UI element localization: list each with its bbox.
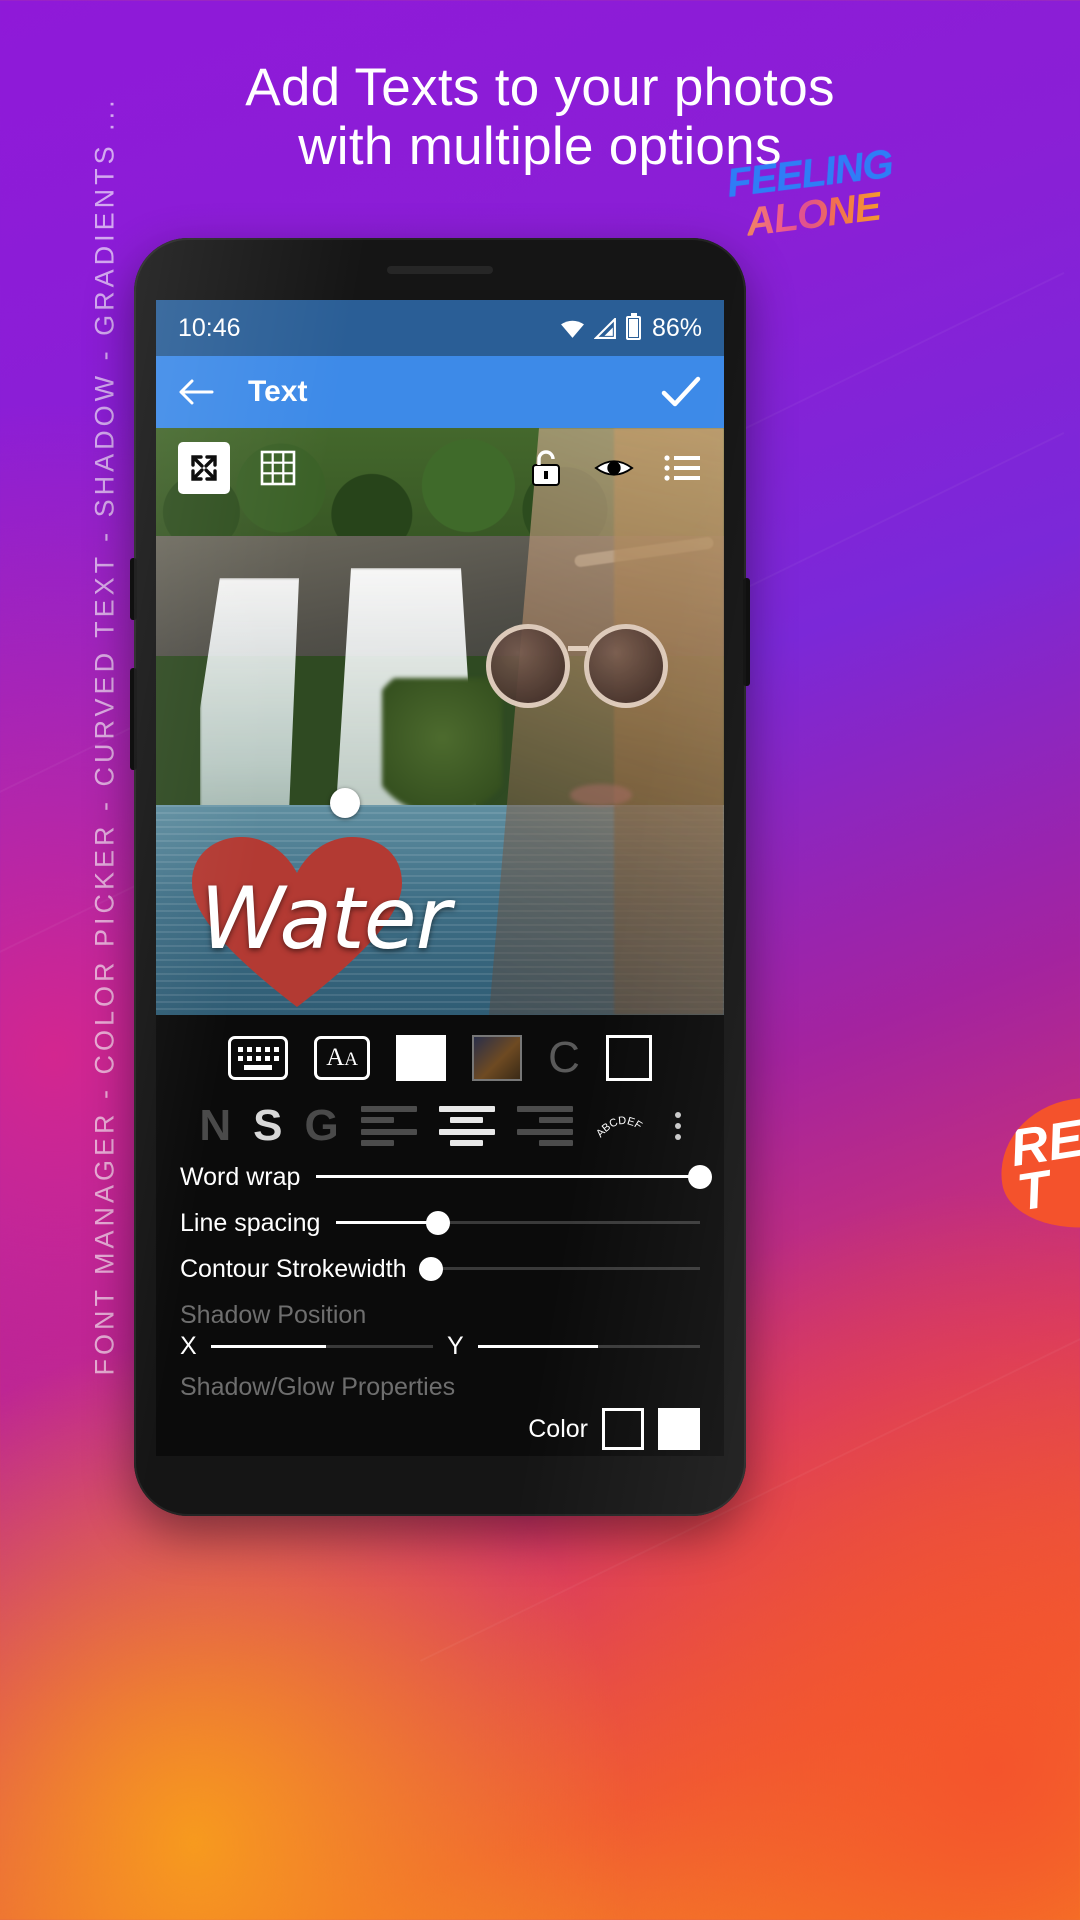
shadow-color-row: Color xyxy=(180,1408,700,1450)
sunglasses-lens-left xyxy=(486,624,570,708)
text-overlay-group[interactable]: Water xyxy=(192,823,451,1013)
color-label: Color xyxy=(528,1414,588,1443)
align-center-icon[interactable] xyxy=(438,1106,495,1146)
lock-icon[interactable] xyxy=(526,448,566,488)
editor-panel: AA C N S G ABCDEF Word wrap Line spacing… xyxy=(156,1015,724,1456)
sunglasses-bridge xyxy=(568,646,588,651)
keyboard-icon[interactable] xyxy=(228,1036,289,1080)
list-icon[interactable] xyxy=(662,448,702,488)
image-canvas[interactable]: Water xyxy=(156,428,724,1015)
sticker-feeling-alone: FEELING ALONE xyxy=(725,142,896,262)
phone-button-volume-up xyxy=(130,558,137,620)
feature-list-vertical: FONT MANAGER - COLOR PICKER - CURVED TEX… xyxy=(89,96,120,1376)
slider-track[interactable] xyxy=(418,1255,700,1283)
style-glow-button[interactable]: G xyxy=(304,1101,338,1151)
font-icon[interactable]: AA xyxy=(314,1036,371,1080)
canvas-sunglasses xyxy=(486,624,668,716)
signal-icon xyxy=(593,317,616,339)
drag-handle[interactable] xyxy=(330,788,360,818)
back-arrow-icon[interactable] xyxy=(178,377,214,407)
shadow-x-label: X xyxy=(180,1332,197,1360)
slider-track[interactable] xyxy=(316,1163,712,1191)
sticker-blob-text: RE T xyxy=(1006,1109,1080,1222)
phone-button-power xyxy=(743,578,750,686)
sunglasses-lens-right xyxy=(584,624,668,708)
shadow-y-label: Y xyxy=(447,1332,464,1360)
align-left-icon[interactable] xyxy=(360,1106,417,1146)
battery-icon xyxy=(625,313,641,340)
phone-button-volume-down xyxy=(130,668,137,770)
svg-text:ABCDEF: ABCDEF xyxy=(595,1115,644,1140)
expand-icon[interactable] xyxy=(178,442,230,494)
headline-line-1: Add Texts to your photos xyxy=(245,58,835,117)
style-shadow-button[interactable]: S xyxy=(253,1101,282,1151)
slider-label: Line spacing xyxy=(180,1208,321,1237)
headline-line-2: with multiple options xyxy=(298,117,782,177)
square-icon[interactable] xyxy=(605,1035,652,1081)
shadow-x-slider[interactable] xyxy=(210,1333,433,1361)
wifi-icon xyxy=(560,320,584,338)
font-icon-label: AA xyxy=(326,1044,358,1071)
shadow-position-row: X Y xyxy=(180,1332,700,1361)
status-time: 10:46 xyxy=(178,313,241,342)
canvas-hair xyxy=(614,428,724,1015)
phone-mockup: 10:46 86% Text Water AA C N S G ABCDEF W… xyxy=(130,238,750,1516)
phone-screen: 10:46 86% Text Water AA C N S G ABCDEF W… xyxy=(156,300,724,1456)
status-bar: 10:46 86% xyxy=(156,300,724,356)
curved-text-icon[interactable]: ABCDEF xyxy=(594,1106,653,1146)
canvas-toolbar xyxy=(156,440,724,496)
check-icon[interactable] xyxy=(660,375,702,409)
slider-word-wrap[interactable]: Word wrap xyxy=(180,1157,712,1197)
style-row: N S G ABCDEF xyxy=(180,1081,700,1151)
slider-line-spacing[interactable]: Line spacing xyxy=(180,1203,700,1243)
grid-icon[interactable] xyxy=(258,448,298,488)
phone-speaker xyxy=(387,266,493,274)
style-normal-button[interactable]: N xyxy=(199,1101,231,1151)
app-bar: Text xyxy=(156,356,724,428)
canvas-text[interactable]: Water xyxy=(200,869,451,969)
color-swatch-white[interactable] xyxy=(396,1035,447,1081)
slider-label: Word wrap xyxy=(180,1162,301,1191)
shadow-color-picker[interactable] xyxy=(602,1408,644,1450)
align-right-icon[interactable] xyxy=(516,1106,573,1146)
eye-icon[interactable] xyxy=(594,448,634,488)
page-headline: Add Texts to your photos with multiple o… xyxy=(0,58,1080,177)
shadow-color-current[interactable] xyxy=(658,1408,700,1450)
curve-icon[interactable]: C xyxy=(548,1036,580,1080)
more-options-icon[interactable] xyxy=(674,1112,681,1140)
slider-label: Contour Strokewidth xyxy=(180,1254,407,1283)
shadow-glow-title: Shadow/Glow Properties xyxy=(180,1373,456,1401)
slider-track[interactable] xyxy=(336,1209,700,1237)
sticker-blob: RE T xyxy=(990,1085,1080,1241)
shadow-y-slider[interactable] xyxy=(477,1333,700,1361)
canvas-lips xyxy=(570,784,632,806)
slider-contour-strokewidth[interactable]: Contour Strokewidth xyxy=(180,1249,700,1289)
shadow-position-title: Shadow Position xyxy=(180,1301,367,1329)
battery-percent: 86% xyxy=(651,313,702,342)
gradient-swatch[interactable] xyxy=(472,1035,523,1081)
tool-row: AA C xyxy=(180,1015,700,1081)
app-bar-title: Text xyxy=(248,375,308,408)
